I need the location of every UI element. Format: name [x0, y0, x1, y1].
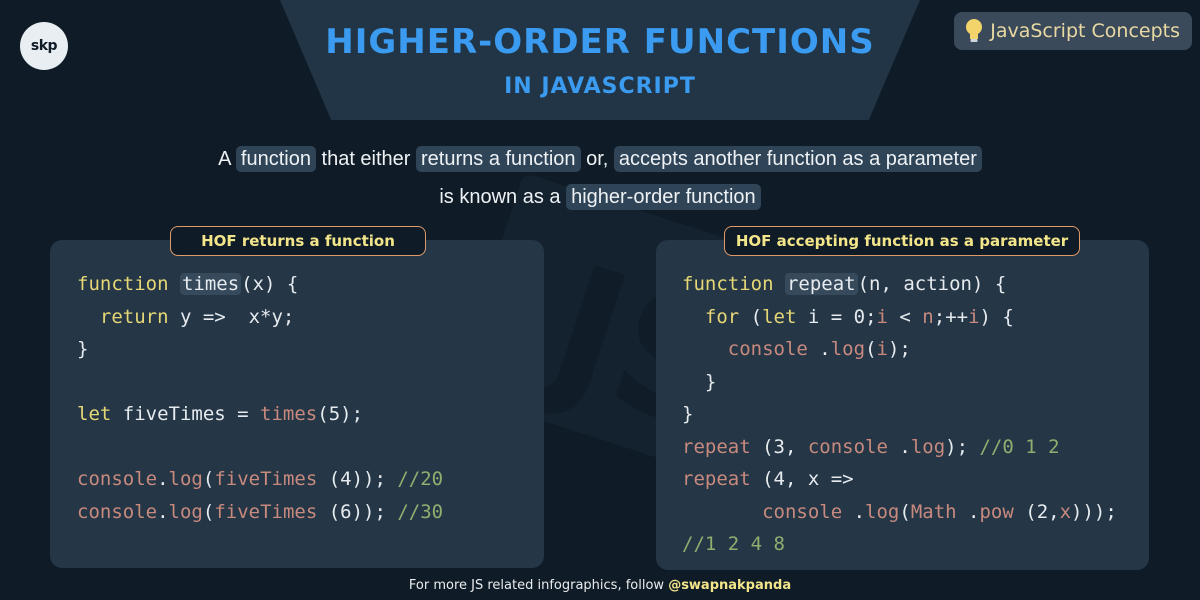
definition-line-2: is known as a higher-order function [0, 178, 1200, 216]
highlight-accepts-function: accepts another function as a parameter [613, 146, 982, 172]
code-line: let fiveTimes = times(5); [77, 403, 364, 425]
page-subtitle: IN JAVASCRIPT [504, 74, 696, 99]
code-line: //1 2 4 8 [682, 533, 785, 555]
code-line: console.log(fiveTimes (6)); //30 [77, 500, 444, 523]
code-block-returns-function: function times (x) { return y => x*y; } l… [77, 268, 443, 528]
footer-handle-link[interactable]: @swapnakpanda [668, 578, 791, 593]
code-line: console .log(i); [727, 338, 911, 360]
code-line: } [704, 370, 717, 393]
code-line: console.log(fiveTimes (4)); //20 [77, 468, 444, 490]
code-line: return y => x*y; [99, 305, 295, 328]
highlight-returns-function: returns a function [416, 146, 581, 172]
code-line: repeat (3, console .log); //0 1 2 [682, 435, 1060, 458]
panel-label-accepts-function: HOF accepting function as a parameter [724, 226, 1080, 256]
code-line: console .log(Math .pow (2,x))); [762, 500, 1117, 523]
footer-text: For more JS related infographics, follow [408, 578, 669, 593]
highlight-function: function [235, 146, 316, 172]
infographic: JS skp JavaScript Concepts HIGHER-ORDER … [0, 0, 1200, 600]
code-line: function times (x) { [77, 273, 299, 295]
code-block-accepts-function: function repeat (n, action) { for (let i … [682, 268, 1117, 561]
page-title: HIGHER-ORDER FUNCTIONS [325, 22, 875, 62]
definition-line-1: A function that either returns a functio… [0, 140, 1200, 178]
code-line: function repeat (n, action) { [682, 273, 1007, 295]
code-line: repeat (4, x => [682, 468, 854, 490]
code-line: } [682, 403, 694, 425]
highlight-hof: higher-order function [566, 184, 761, 210]
footer: For more JS related infographics, follow… [0, 578, 1200, 593]
code-line: } [77, 338, 89, 360]
code-line: for (let i = 0;i < n;++i) { [704, 305, 1014, 328]
definition-text: A function that either returns a functio… [0, 140, 1200, 216]
panel-label-returns-function: HOF returns a function [170, 226, 426, 256]
